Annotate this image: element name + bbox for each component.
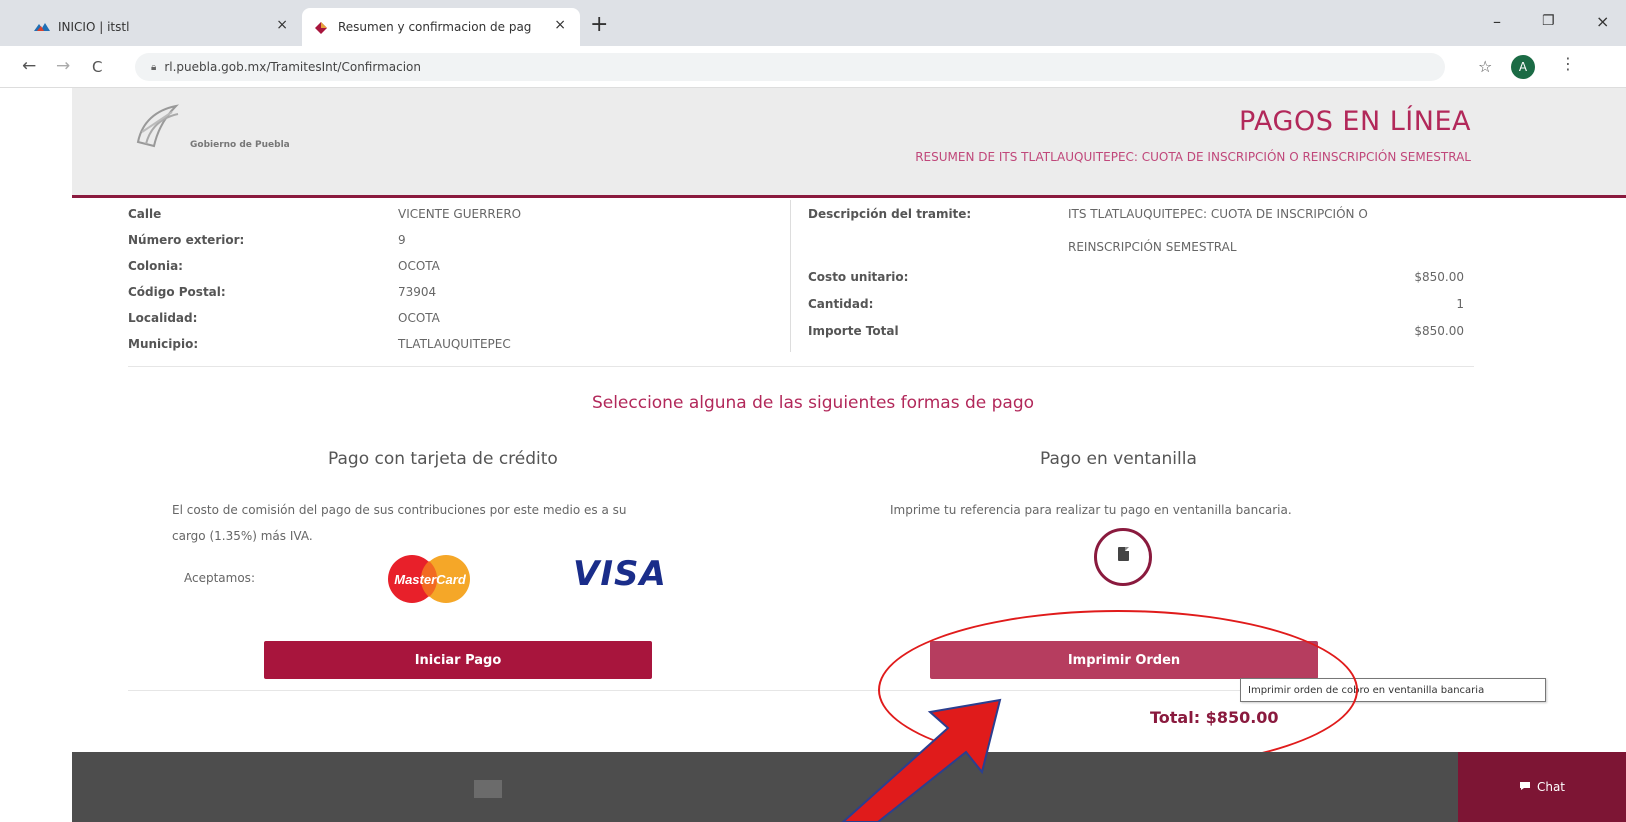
tab-close-icon[interactable]: ×	[276, 17, 288, 33]
new-tab-button[interactable]: +	[590, 12, 608, 37]
cp-value: 73904	[398, 285, 437, 299]
browser-menu-icon[interactable]: ⋮	[1560, 54, 1576, 73]
municipio-value: TLATLAUQUITEPEC	[398, 337, 511, 351]
costo-value: $850.00	[1414, 270, 1464, 284]
browser-tab-bar: INICIO | itstl × Resumen y confirmacion …	[0, 0, 1626, 46]
numero-value: 9	[398, 233, 406, 247]
numero-label: Número exterior:	[128, 233, 245, 247]
tab-resumen[interactable]: Resumen y confirmacion de pag ×	[302, 8, 580, 46]
profile-avatar[interactable]: A	[1511, 55, 1535, 79]
lock-icon: 🔒︎	[151, 61, 157, 73]
colonia-value: OCOTA	[398, 259, 440, 273]
screenshot-root: INICIO | itstl × Resumen y confirmacion …	[0, 0, 1626, 822]
site-footer	[72, 752, 1626, 822]
chat-button[interactable]: Chat	[1458, 752, 1626, 822]
site-header: Gobierno de Puebla PAGOS EN LÍNEA RESUME…	[72, 88, 1626, 198]
puebla-favicon-icon	[314, 21, 330, 34]
tab-label: Resumen y confirmacion de pag	[338, 20, 532, 34]
card-payment-heading: Pago con tarjeta de crédito	[328, 449, 558, 469]
bookmark-star-icon[interactable]: ☆	[1478, 57, 1492, 76]
importe-value: $850.00	[1414, 324, 1464, 338]
iniciar-pago-button[interactable]: Iniciar Pago	[264, 641, 652, 679]
maximize-icon[interactable]: ❐	[1542, 13, 1555, 29]
cp-label: Código Postal:	[128, 285, 226, 299]
accept-label: Aceptamos:	[184, 571, 255, 585]
window-payment-text: Imprime tu referencia para realizar tu p…	[890, 503, 1292, 517]
document-icon[interactable]	[1094, 528, 1152, 586]
page-title: PAGOS EN LÍNEA	[1238, 106, 1471, 137]
descripcion-value: ITS TLATLAUQUITEPEC: CUOTA DE INSCRIPCIÓ…	[1068, 207, 1368, 221]
puebla-emblem-icon	[136, 104, 180, 148]
url-input[interactable]: 🔒︎ rl.puebla.gob.mx/TramitesInt/Confirma…	[135, 53, 1445, 81]
calle-label: Calle	[128, 207, 162, 221]
back-arrow-icon[interactable]: ←	[22, 56, 36, 76]
window-close-icon[interactable]: ×	[1596, 12, 1609, 31]
gobierno-puebla-logo[interactable]: Gobierno de Puebla	[132, 102, 332, 162]
descripcion-label: Descripción del tramite:	[808, 207, 972, 221]
localidad-label: Localidad:	[128, 311, 198, 325]
localidad-value: OCOTA	[398, 311, 440, 325]
mastercard-logo: MasterCard	[382, 553, 478, 605]
chat-label: Chat	[1536, 780, 1566, 794]
logo-text: Gobierno de Puebla	[190, 140, 290, 150]
reload-icon[interactable]: C	[92, 58, 102, 76]
descripcion-value-continued: REINSCRIPCIÓN SEMESTRAL	[1068, 240, 1237, 254]
browser-address-bar: ← → C 🔒︎ rl.puebla.gob.mx/TramitesInt/Co…	[0, 46, 1626, 88]
url-text: rl.puebla.gob.mx/TramitesInt/Confirmacio…	[164, 60, 421, 74]
cantidad-value: 1	[1456, 297, 1464, 311]
municipio-label: Municipio:	[128, 337, 199, 351]
visa-logo: VISA	[573, 554, 667, 594]
annotation-ellipse	[878, 610, 1358, 770]
column-divider	[790, 200, 791, 352]
tab-close-icon[interactable]: ×	[554, 17, 566, 33]
payment-select-title: Seleccione alguna de las siguientes form…	[591, 393, 1035, 413]
card-fee-text: El costo de comisión del pago de sus con…	[172, 503, 627, 517]
cantidad-label: Cantidad:	[808, 297, 874, 311]
itstl-favicon-icon	[34, 21, 50, 33]
mastercard-text: MasterCard	[394, 572, 467, 587]
forward-arrow-icon[interactable]: →	[56, 56, 70, 76]
tab-inicio[interactable]: INICIO | itstl ×	[22, 8, 302, 46]
footer-logo-icon	[474, 780, 502, 798]
importe-label: Importe Total	[808, 324, 899, 338]
costo-label: Costo unitario:	[808, 270, 909, 284]
calle-value: VICENTE GUERRERO	[398, 207, 522, 221]
chat-icon	[1519, 780, 1531, 794]
page-subtitle: RESUMEN DE ITS TLATLAUQUITEPEC: CUOTA DE…	[915, 150, 1471, 164]
window-payment-heading: Pago en ventanilla	[1040, 449, 1197, 469]
colonia-label: Colonia:	[128, 259, 183, 273]
minimize-icon[interactable]: –	[1493, 12, 1501, 31]
tab-label: INICIO | itstl	[58, 20, 130, 34]
card-fee-text-continued: cargo (1.35%) más IVA.	[172, 529, 313, 543]
section-divider	[128, 366, 1474, 367]
